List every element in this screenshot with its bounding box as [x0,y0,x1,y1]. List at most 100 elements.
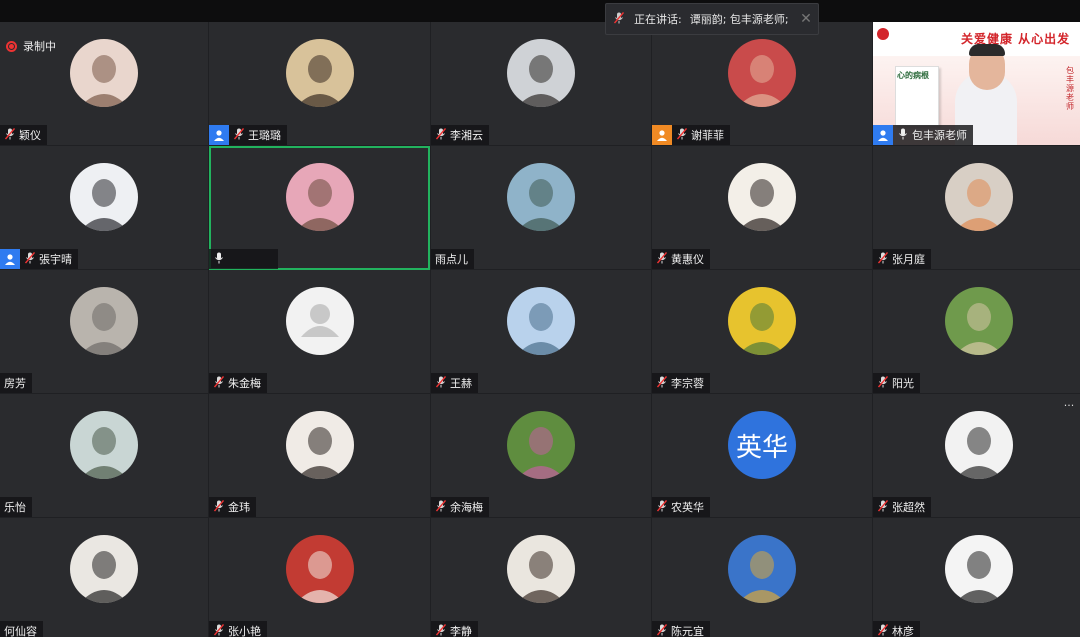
name-tag: 李静 [431,621,478,637]
avatar [70,163,138,231]
avatar [70,535,138,603]
recording-indicator[interactable]: 录制中 [6,38,56,54]
participant-tile[interactable]: 李宗蓉 [652,270,872,394]
participant-tile[interactable]: 房芳 [0,270,208,394]
name-tag: 雨点儿 [431,249,474,269]
top-bar [0,0,1080,22]
name-tag: 阳光 [873,373,920,393]
avatar [70,287,138,355]
name-tag: 李湘云 [431,125,489,145]
participant-tile[interactable]: 陈元宜 [652,518,872,637]
mic-icon [214,252,224,267]
avatar [944,287,1013,355]
name-tag: 張宇晴 [0,249,78,269]
participant-tile[interactable]: 朱金梅 [209,270,430,394]
mic-icon [898,128,908,143]
close-icon[interactable]: ✕ [798,11,814,27]
name-tag: 余海梅 [431,497,489,517]
name-tag: 房芳 [0,373,32,393]
mic-muted-icon [613,11,625,27]
participant-tile[interactable]: 金玮 [209,394,430,518]
participant-name: 黄惠仪 [671,253,704,266]
participant-tile[interactable]: 張宇晴 [0,146,208,270]
participant-name: 金玮 [228,501,250,514]
participant-tile[interactable]: 英华农英华 [652,394,872,518]
participant-tile[interactable]: 王赫 [431,270,651,394]
more-options-icon[interactable]: ··· [1062,400,1076,416]
participant-name: 雨点儿 [435,253,468,266]
avatar [944,411,1013,479]
participant-name: 王赫 [450,377,472,390]
name-tag: 王赫 [431,373,478,393]
participant-name: 张月庭 [892,253,925,266]
participant-name: 余海梅 [450,501,483,514]
mic-muted-icon [233,127,245,143]
avatar [728,287,796,355]
mic-muted-icon [656,499,668,515]
recording-label: 录制中 [23,40,56,53]
name-tag: 乐怡 [0,497,32,517]
avatar [728,39,796,107]
participant-tile[interactable]: 张月庭 [873,146,1080,270]
user-icon [873,125,893,145]
mic-muted-icon [877,251,889,267]
avatar [70,411,138,479]
participant-grid: 颖仪 王璐璐 李湘云 谢菲菲 关爱健康 从心出发 心的病根 包丰源 老师 包丰源老师張宇晴 雨点… [0,22,1080,637]
speaking-indicator: 正在讲话: 谭丽韵; 包丰源老师; ✕ [605,3,819,35]
participant-tile[interactable]: 张超然 [873,394,1080,518]
participant-tile[interactable]: 李静 [431,518,651,637]
avatar [944,163,1013,231]
participant-name: 颖仪 [19,129,41,142]
default-user-icon [285,287,354,355]
avatar [285,163,354,231]
avatar [70,39,138,107]
name-tag: 金玮 [209,497,256,517]
name-tag: 王璐璐 [209,125,287,145]
participant-name: 林彦 [892,625,914,637]
mic-muted-icon [213,623,225,637]
name-tag: 农英华 [652,497,710,517]
participant-name: 李湘云 [450,129,483,142]
name-tag: 张小艳 [209,621,267,637]
name-tag: 黄惠仪 [652,249,710,269]
participant-name: 农英华 [671,501,704,514]
participant-name: 陈元宜 [671,625,704,637]
participant-tile[interactable]: 何仙容 [0,518,208,637]
participant-name: 张超然 [892,501,925,514]
participant-tile[interactable]: 阳光 [873,270,1080,394]
participant-name: 乐怡 [4,501,26,514]
participant-tile[interactable]: 林彦 [873,518,1080,637]
participant-tile[interactable]: 关爱健康 从心出发 心的病根 包丰源 老师 包丰源老师 [873,22,1080,146]
mic-muted-icon [676,127,688,143]
mic-muted-icon [213,499,225,515]
participant-tile[interactable]: 王璐璐 [209,22,430,146]
participant-name: 李宗蓉 [671,377,704,390]
participant-tile[interactable]: 余海梅 [431,394,651,518]
avatar: 英华 [728,411,796,479]
participant-tile[interactable]: 乐怡 [0,394,208,518]
participant-tile[interactable]: 黄惠仪 [652,146,872,270]
name-tag: 李宗蓉 [652,373,710,393]
participant-name: 何仙容 [4,625,37,637]
name-tag: 林彦 [873,621,920,637]
mic-muted-icon [435,623,447,637]
mic-muted-icon [656,375,668,391]
avatar [507,163,575,231]
name-tag: 谢菲菲 [652,125,730,145]
mic-muted-icon [4,127,16,143]
name-tag: 陈元宜 [652,621,710,637]
participant-tile[interactable]: 李湘云 [431,22,651,146]
participant-name: 房芳 [4,377,26,390]
avatar [285,39,354,107]
name-tag: 包丰源老师 [873,125,973,145]
participant-tile[interactable]: 雨点儿 [431,146,651,270]
participant-tile[interactable]: 谢菲菲 [652,22,872,146]
mic-muted-icon [877,623,889,637]
speaking-names: 谭丽韵; 包丰源老师; [689,13,789,26]
avatar [285,411,354,479]
avatar [507,411,575,479]
book-title: 心的病根 [897,71,929,80]
participant-tile[interactable]: 张小艳 [209,518,430,637]
participant-name: 張宇晴 [39,253,72,266]
participant-tile[interactable] [209,146,430,270]
